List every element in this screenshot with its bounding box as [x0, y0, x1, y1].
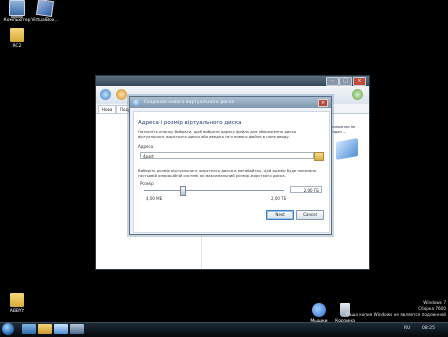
next-button[interactable]: Next — [266, 210, 294, 220]
app-icon — [10, 293, 24, 307]
size-input[interactable]: 2,00 ГБ — [290, 186, 322, 193]
settings-icon[interactable] — [116, 89, 127, 100]
location-input[interactable]: 4part — [140, 152, 314, 159]
desktop-icon-folder[interactable]: RC2 — [0, 28, 34, 49]
location-label: Адреса — [138, 144, 154, 149]
create-virtual-disk-dialog: Создание нового виртуального диска × Адр… — [129, 96, 332, 235]
dialog-heading: Адреса і розмір віртуального диска — [138, 120, 242, 126]
tab-new[interactable]: Нова — [98, 105, 117, 114]
minimize-button[interactable]: – — [326, 77, 339, 86]
start-button[interactable] — [2, 323, 14, 335]
ie-icon[interactable] — [22, 324, 36, 334]
dialog-titlebar[interactable]: Создание нового виртуального диска × — [130, 97, 331, 108]
explorer-icon[interactable] — [38, 324, 52, 334]
close-button[interactable]: × — [353, 77, 366, 86]
folder-icon — [10, 28, 24, 42]
size-description: Виберіть розмір віртуального жорсткого д… — [138, 168, 317, 178]
details-hint-text: компьютер не создан ... — [329, 125, 356, 134]
location-description: Натисніть кнопку Вибрати, щоб вибрати ад… — [138, 129, 297, 139]
maximize-button[interactable]: □ — [339, 77, 352, 86]
network-icon — [312, 303, 326, 317]
computer-icon — [9, 0, 25, 16]
window-titlebar[interactable]: – □ × — [96, 76, 369, 86]
desktop-icon-app[interactable]: ABBYY — [0, 293, 34, 314]
browse-folder-icon[interactable] — [314, 152, 324, 161]
dialog-title: Создание нового виртуального диска — [144, 100, 235, 105]
watermark-notice: Ваша копия Windows не является подлинной — [346, 312, 446, 317]
dialog-close-button[interactable]: × — [318, 99, 328, 107]
size-label: Розмір — [140, 181, 154, 186]
desktop-icon-label: ABBYY — [9, 309, 25, 314]
language-indicator[interactable]: RU — [404, 326, 410, 332]
cancel-button[interactable]: Cancel — [296, 210, 324, 220]
details-icon[interactable] — [352, 89, 363, 100]
watermark-build: Сборка 7600 — [418, 306, 446, 311]
clock[interactable]: 08:25 — [422, 326, 435, 332]
watermark-edition: Windows 7 — [423, 300, 446, 305]
desktop-icon-label: VirtualBox... — [31, 18, 59, 23]
size-slider-handle[interactable] — [179, 186, 186, 196]
virtualbox-icon — [35, 0, 55, 18]
media-icon[interactable] — [54, 324, 68, 334]
desktop-icon-label: RC2 — [12, 44, 22, 49]
desktop-icon-virtualbox[interactable]: VirtualBox... — [28, 0, 62, 23]
back-arrow-icon[interactable] — [133, 99, 140, 106]
new-vm-icon[interactable] — [100, 89, 111, 100]
virtualbox-taskbar-icon[interactable] — [70, 324, 84, 334]
size-slider-track[interactable] — [144, 190, 284, 191]
slider-max-label: 2,00 ТБ — [271, 196, 287, 201]
slider-min-label: 4,00 МБ — [146, 196, 163, 201]
